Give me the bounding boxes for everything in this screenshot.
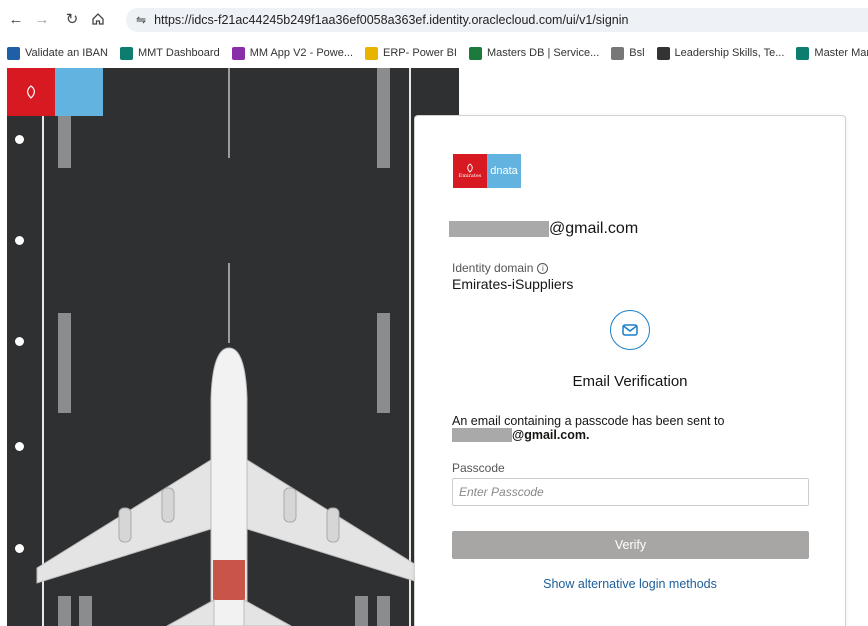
bookmark-label: Masters DB | Service... (486, 47, 600, 59)
iban-icon (7, 46, 20, 60)
power-apps-icon (231, 46, 245, 60)
emirates-emblem-icon (27, 85, 35, 99)
bookmark-item[interactable]: Leadership Skills, Te... (656, 46, 785, 60)
leadership-icon (656, 46, 670, 60)
ai-builder-icon (119, 46, 133, 60)
identity-domain-label: Identity domain i (452, 261, 549, 275)
emirates-emblem-icon (467, 163, 473, 173)
bookmark-label: Leadership Skills, Te... (674, 47, 785, 59)
bookmark-label: Bsl (629, 47, 645, 59)
envelope-icon (610, 310, 650, 350)
url-text: https://idcs-f21ac44245b249f1aa36ef0058a… (154, 13, 629, 27)
redacted-username (449, 221, 549, 237)
ai-builder-icon (796, 46, 810, 60)
bookmark-item[interactable]: Bsl (611, 46, 645, 60)
bookmark-item[interactable]: ERP- Power BI (365, 46, 457, 60)
passcode-sent-email: @gmail.com. (452, 428, 589, 442)
passcode-label: Passcode (452, 461, 505, 475)
bookmark-label: MMT Dashboard (137, 47, 220, 59)
power-bi-icon (365, 46, 379, 60)
bookmark-label: MM App V2 - Powe... (249, 47, 354, 59)
screen: ← → ↻ ⇋ https://idcs-f21ac44245b249f1aa3… (0, 0, 868, 626)
dnata-logo (55, 68, 103, 116)
brand-badge (7, 68, 103, 116)
info-icon[interactable]: i (537, 262, 549, 274)
bookmarks-bar: Validate an IBAN MMT Dashboard MM App V2 -… (0, 40, 868, 66)
bookmark-item[interactable]: Validate an IBAN (7, 46, 108, 60)
emirates-logo: Emirates (453, 154, 487, 188)
service-icon (468, 46, 482, 60)
emirates-wordmark: Emirates (458, 173, 482, 179)
home-icon[interactable] (88, 9, 108, 29)
identity-domain-value: Emirates-iSuppliers (452, 276, 574, 292)
runway-background (7, 68, 459, 626)
airplane-illustration (36, 347, 422, 626)
bookmark-item[interactable]: Masters DB | Service... (468, 46, 600, 60)
globe-icon (611, 46, 625, 60)
passcode-input[interactable] (452, 478, 809, 506)
site-settings-icon[interactable]: ⇋ (136, 13, 146, 27)
bookmark-label: Master Managemen... (814, 47, 868, 59)
address-bar[interactable]: ⇋ https://idcs-f21ac44245b249f1aa36ef005… (126, 8, 868, 32)
browser-toolbar: ← → ↻ ⇋ https://idcs-f21ac44245b249f1aa3… (0, 0, 868, 38)
back-arrow-icon[interactable]: ← (6, 9, 26, 29)
card-brand-logo: Emirates dnata (453, 154, 521, 188)
sent-email-suffix: @gmail.com. (512, 428, 590, 442)
forward-arrow-icon[interactable]: → (32, 9, 52, 29)
bookmark-label: Validate an IBAN (25, 47, 108, 59)
user-email: @gmail.com (449, 220, 638, 238)
email-suffix: @gmail.com (549, 220, 639, 237)
bookmark-item[interactable]: MMT Dashboard (119, 46, 220, 60)
bookmark-item[interactable]: Master Managemen... (796, 46, 868, 60)
dnata-wordmark: dnata (487, 154, 521, 188)
runway-centerline (228, 68, 230, 158)
reload-icon[interactable]: ↻ (62, 9, 82, 29)
runway-centerline (228, 263, 230, 343)
passcode-sent-message: An email containing a passcode has been … (452, 414, 725, 428)
identity-domain-label-text: Identity domain (452, 261, 534, 275)
emirates-logo (7, 68, 55, 116)
bookmark-item[interactable]: MM App V2 - Powe... (231, 46, 354, 60)
runway-marking (377, 68, 390, 168)
verification-card: Emirates dnata @gmail.com Identity domai… (414, 115, 846, 626)
redacted-username (452, 428, 512, 442)
runway-light (15, 135, 24, 144)
alternative-login-link[interactable]: Show alternative login methods (415, 577, 845, 591)
bookmark-label: ERP- Power BI (383, 47, 457, 59)
verify-button[interactable]: Verify (452, 531, 809, 559)
runway-light (15, 236, 24, 245)
page-title: Email Verification (572, 373, 688, 390)
